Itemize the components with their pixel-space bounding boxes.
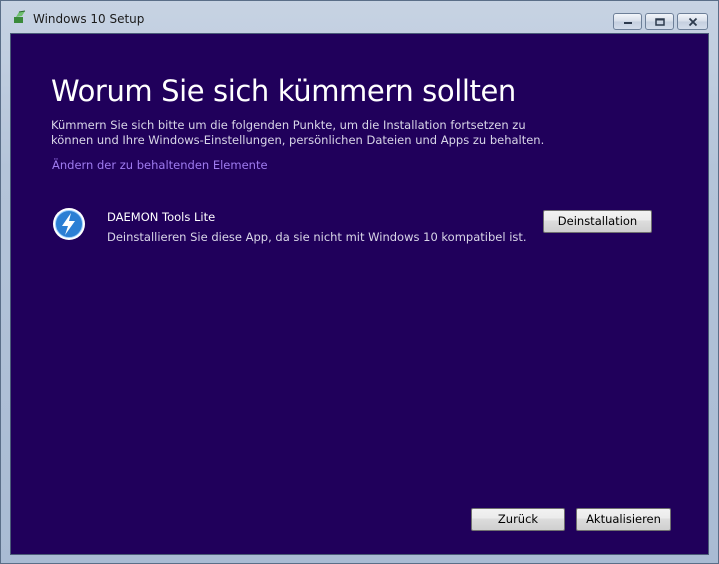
setup-icon bbox=[14, 10, 26, 23]
window-title: Windows 10 Setup bbox=[33, 12, 145, 26]
app-name: DAEMON Tools Lite bbox=[107, 210, 216, 224]
maximize-icon bbox=[654, 17, 665, 26]
change-kept-items-link[interactable]: Ändern der zu behaltenden Elemente bbox=[52, 158, 268, 172]
close-button[interactable] bbox=[677, 13, 708, 30]
minimize-button[interactable] bbox=[613, 13, 642, 30]
maximize-button[interactable] bbox=[645, 13, 674, 30]
setup-window: Windows 10 Setup Worum Sie sich kümmern … bbox=[0, 0, 719, 564]
page-title: Worum Sie sich kümmern sollten bbox=[51, 74, 516, 108]
daemon-tools-icon bbox=[53, 208, 85, 240]
uninstall-button[interactable]: Deinstallation bbox=[543, 210, 652, 233]
close-icon bbox=[688, 17, 697, 26]
app-description: Deinstallieren Sie diese App, da sie nic… bbox=[107, 230, 527, 244]
back-button[interactable]: Zurück bbox=[471, 508, 565, 531]
page-subtitle: Kümmern Sie sich bitte um die folgenden … bbox=[51, 118, 545, 147]
minimize-icon bbox=[623, 21, 632, 24]
setup-content: Worum Sie sich kümmern sollten Kümmern S… bbox=[10, 33, 709, 555]
title-bar[interactable]: Windows 10 Setup bbox=[1, 1, 718, 33]
update-button[interactable]: Aktualisieren bbox=[576, 508, 671, 531]
